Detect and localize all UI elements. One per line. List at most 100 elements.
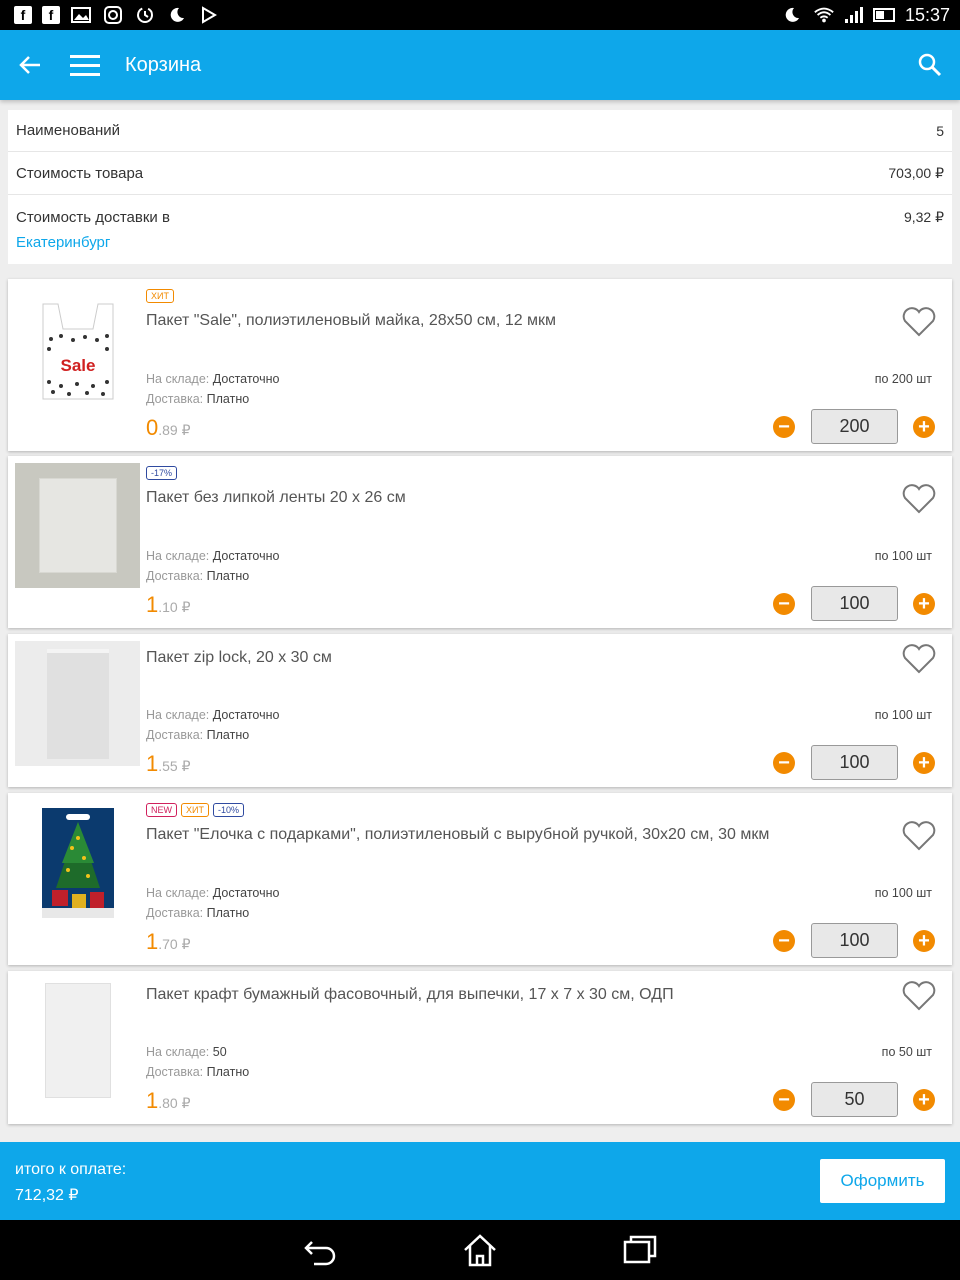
- decrease-qty-button[interactable]: −: [773, 416, 795, 438]
- product-image[interactable]: [15, 641, 140, 766]
- decrease-qty-button[interactable]: −: [773, 752, 795, 774]
- cart-item[interactable]: NEW ХИТ -10% Пакет "Елочка с подарками",…: [8, 793, 952, 965]
- cart-item[interactable]: Sale ХИТ Пакет "Sale", полиэтиленовый ма…: [8, 279, 952, 451]
- product-name[interactable]: Пакет крафт бумажный фасовочный, для вып…: [146, 986, 674, 1004]
- product-name[interactable]: Пакет без липкой ленты 20 х 26 см: [146, 489, 406, 507]
- signal-icon: [844, 7, 863, 23]
- increase-qty-button[interactable]: +: [913, 416, 935, 438]
- quantity-field[interactable]: 200: [811, 409, 898, 444]
- discount-badge: -17%: [146, 466, 178, 480]
- cart-item[interactable]: -17% Пакет без липкой ленты 20 х 26 см Н…: [8, 456, 952, 628]
- product-image[interactable]: [15, 463, 140, 588]
- notification-icons: f f: [14, 5, 220, 25]
- decrease-qty-button[interactable]: −: [773, 593, 795, 615]
- checkout-bar: итого к оплате: 712,32 ₽ Оформить: [0, 1142, 960, 1220]
- price-fraction: .10 ₽: [158, 599, 191, 615]
- summary-items-row: Наименований 5: [8, 110, 952, 152]
- app-bar: Корзина: [0, 30, 960, 100]
- pack-size: по 100 шт: [874, 549, 932, 563]
- heart-icon[interactable]: [902, 821, 936, 851]
- heart-icon[interactable]: [902, 307, 936, 337]
- stock-value: Достаточно: [212, 372, 280, 386]
- discount-badge: -10%: [212, 803, 244, 817]
- recent-apps-icon[interactable]: [622, 1232, 658, 1268]
- product-name[interactable]: Пакет "Елочка с подарками", полиэтиленов…: [146, 826, 769, 844]
- items-count-value: 5: [936, 122, 944, 139]
- total-value: 712,32 ₽: [15, 1187, 79, 1204]
- quantity-field[interactable]: 100: [811, 745, 898, 780]
- price: 0.89 ₽: [146, 415, 191, 441]
- quantity-field[interactable]: 100: [811, 923, 898, 958]
- price-integer: 0: [146, 415, 159, 440]
- increase-qty-button[interactable]: +: [913, 1089, 935, 1111]
- price: 1.80 ₽: [146, 1088, 191, 1114]
- gallery-icon: [70, 5, 92, 25]
- search-icon[interactable]: [900, 30, 960, 100]
- back-icon[interactable]: [302, 1232, 338, 1268]
- decrease-qty-button[interactable]: −: [773, 1089, 795, 1111]
- delivery-info: Доставка: Платно: [146, 1065, 249, 1079]
- decrease-qty-button[interactable]: −: [773, 930, 795, 952]
- wifi-icon: [813, 5, 835, 25]
- stock-label: На складе:: [146, 1045, 210, 1059]
- checkout-button[interactable]: Оформить: [820, 1159, 945, 1203]
- price-fraction: .55 ₽: [158, 758, 191, 774]
- heart-icon[interactable]: [902, 644, 936, 674]
- increase-qty-button[interactable]: +: [913, 930, 935, 952]
- price: 1.55 ₽: [146, 751, 191, 777]
- badges: ХИТ: [146, 289, 174, 303]
- delivery-info: Доставка: Платно: [146, 392, 249, 406]
- price-integer: 1: [146, 1088, 159, 1113]
- delivery-label: Доставка:: [146, 728, 204, 742]
- facebook-icon: f: [14, 6, 32, 24]
- badges: -17%: [146, 466, 178, 480]
- quantity-field[interactable]: 100: [811, 586, 898, 621]
- product-name[interactable]: Пакет "Sale", полиэтиленовый майка, 28х5…: [146, 312, 556, 330]
- product-image[interactable]: [15, 800, 140, 925]
- price-integer: 1: [146, 592, 159, 617]
- menu-icon[interactable]: [70, 30, 120, 100]
- stock-label: На складе:: [146, 886, 210, 900]
- increase-qty-button[interactable]: +: [913, 752, 935, 774]
- summary-goods-row: Стоимость товара 703,00 ₽: [8, 152, 952, 195]
- goods-cost-label: Стоимость товара: [16, 164, 144, 182]
- status-bar: f f 15:37: [0, 0, 960, 30]
- product-name[interactable]: Пакет zip lock, 20 х 30 см: [146, 649, 332, 667]
- product-image[interactable]: Sale: [15, 286, 140, 411]
- home-icon[interactable]: [462, 1232, 498, 1268]
- delivery-value: Платно: [206, 392, 250, 406]
- system-status: 15:37: [781, 5, 950, 26]
- back-arrow-icon[interactable]: [0, 30, 60, 100]
- stock-info: На складе: Достаточно: [146, 886, 279, 900]
- instagram-icon: [102, 5, 124, 25]
- sale-logo-text: Sale: [60, 356, 95, 375]
- delivery-label: Доставка:: [146, 906, 204, 920]
- delivery-value: Платно: [206, 1065, 250, 1079]
- items-count-label: Наименований: [16, 122, 121, 139]
- cart-item[interactable]: Пакет zip lock, 20 х 30 см На складе: До…: [8, 634, 952, 787]
- facebook-icon: f: [42, 6, 60, 24]
- stock-info: На складе: Достаточно: [146, 708, 279, 722]
- product-image[interactable]: [15, 978, 140, 1103]
- delivery-city-link[interactable]: Екатеринбург: [16, 234, 170, 251]
- moon-icon: [166, 5, 188, 25]
- quantity-field[interactable]: 50: [811, 1082, 898, 1117]
- delivery-cost-label: Стоимость доставки в: [16, 209, 170, 226]
- new-badge: NEW: [146, 803, 177, 817]
- heart-icon[interactable]: [902, 981, 936, 1011]
- delivery-label: Доставка:: [146, 569, 204, 583]
- delivery-info: Доставка: Платно: [146, 906, 249, 920]
- sync-icon: [134, 5, 156, 25]
- stock-value: Достаточно: [212, 549, 280, 563]
- cart-item[interactable]: Пакет крафт бумажный фасовочный, для вып…: [8, 971, 952, 1124]
- increase-qty-button[interactable]: +: [913, 593, 935, 615]
- heart-icon[interactable]: [902, 484, 936, 514]
- pack-size: по 200 шт: [874, 372, 932, 386]
- price: 1.70 ₽: [146, 929, 191, 955]
- moon-icon: [781, 5, 803, 25]
- pack-size: по 100 шт: [874, 886, 932, 900]
- hit-badge: ХИТ: [181, 803, 209, 817]
- stock-label: На складе:: [146, 549, 210, 563]
- goods-cost-value: 703,00 ₽: [888, 164, 944, 181]
- page-title: Корзина: [125, 53, 202, 76]
